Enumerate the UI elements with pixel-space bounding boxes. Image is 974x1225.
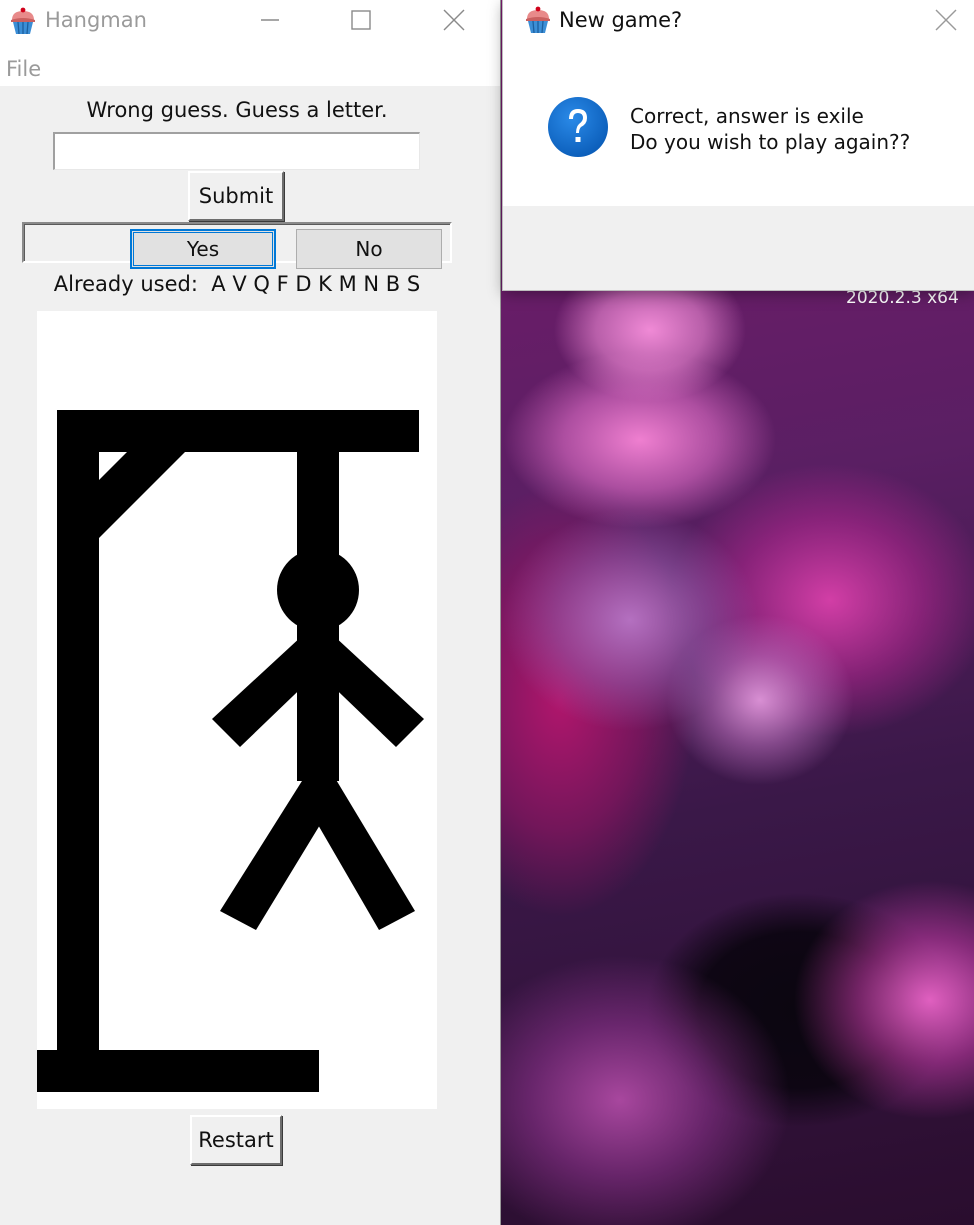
- dialog-title: New game?: [559, 8, 683, 32]
- status-message: Wrong guess. Guess a letter.: [86, 98, 388, 122]
- close-button[interactable]: [431, 0, 477, 40]
- version-label: 2020.2.3 x64: [846, 288, 959, 308]
- title-bar[interactable]: Hangman: [0, 0, 500, 42]
- guess-input[interactable]: [53, 132, 420, 170]
- question-icon: [548, 97, 608, 157]
- hangman-drawing: [37, 410, 424, 1092]
- minimize-icon: [261, 19, 279, 21]
- maximize-button[interactable]: [338, 0, 384, 40]
- dialog-button-area: [503, 206, 974, 290]
- submit-button[interactable]: Submit: [188, 171, 284, 221]
- menu-bar: [0, 42, 500, 86]
- hangman-right-leg: [299, 773, 415, 930]
- yes-button[interactable]: Yes: [130, 229, 276, 269]
- gallows-brace: [99, 452, 185, 538]
- close-icon: [443, 9, 465, 31]
- gallows-base: [37, 1050, 319, 1092]
- restart-button[interactable]: Restart: [190, 1115, 282, 1165]
- hangman-window: Hangman File Wrong guess. Guess a letter…: [0, 0, 501, 1225]
- close-icon: [935, 9, 957, 31]
- hangman-canvas: [37, 311, 437, 1109]
- already-used-row: Already used: A V Q F D K M N B S: [0, 272, 474, 296]
- cupcake-app-icon: [526, 6, 550, 34]
- window-title: Hangman: [45, 8, 147, 32]
- menu-file[interactable]: File: [6, 57, 41, 81]
- no-button[interactable]: No: [296, 229, 442, 269]
- dialog-message: Correct, answer is exile Do you wish to …: [630, 103, 910, 155]
- gallows-post: [57, 410, 99, 1052]
- cupcake-app-icon: [11, 7, 35, 35]
- already-used-letters: A V Q F D K M N B S: [211, 272, 421, 296]
- dialog-message-line-2: Do you wish to play again??: [630, 130, 911, 154]
- dialog-message-line-1: Correct, answer is exile: [630, 104, 864, 128]
- new-game-dialog: New game? Correct, answer is exile Do yo…: [503, 0, 974, 290]
- already-used-label: Already used:: [53, 272, 198, 296]
- minimize-button[interactable]: [247, 0, 293, 40]
- dialog-close-button[interactable]: [921, 0, 971, 40]
- gallows-beam: [57, 410, 419, 452]
- hangman-head: [277, 549, 359, 631]
- maximize-icon: [351, 10, 371, 30]
